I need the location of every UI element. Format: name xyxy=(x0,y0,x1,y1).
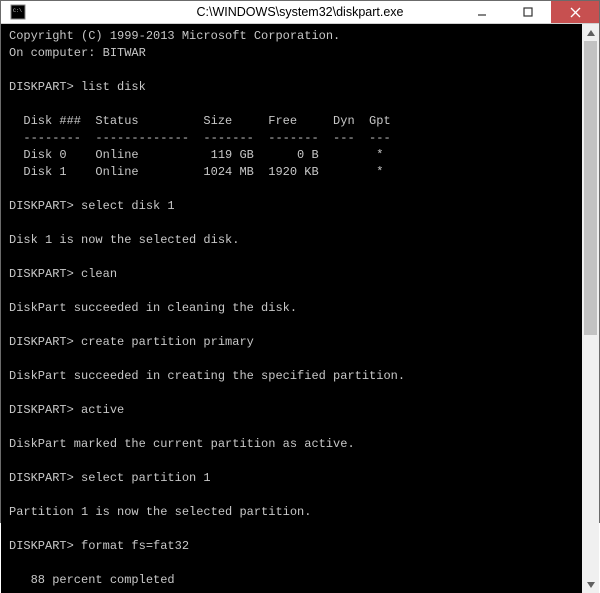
command-text: list disk xyxy=(81,80,146,94)
blank-line xyxy=(9,283,574,300)
disk-table-divider: -------- ------------- ------- ------- -… xyxy=(9,130,574,147)
terminal-output[interactable]: Copyright (C) 1999-2013 Microsoft Corpor… xyxy=(1,24,582,593)
blank-line xyxy=(9,453,574,470)
blank-line xyxy=(9,317,574,334)
computer-line: On computer: BITWAR xyxy=(9,45,574,62)
app-icon: C:\ xyxy=(7,1,29,23)
prompt: DISKPART> xyxy=(9,539,74,553)
client-area: Copyright (C) 1999-2013 Microsoft Corpor… xyxy=(1,24,599,593)
close-button[interactable] xyxy=(551,1,599,23)
command-text: select disk 1 xyxy=(81,199,175,213)
command-text: clean xyxy=(81,267,117,281)
output-line: DiskPart succeeded in creating the speci… xyxy=(9,368,574,385)
blank-line xyxy=(9,249,574,266)
scroll-down-button[interactable] xyxy=(582,576,599,593)
command-text: format fs=fat32 xyxy=(81,539,189,553)
diskpart-window: C:\ C:\WINDOWS\system32\diskpart.exe Cop… xyxy=(0,0,600,523)
command-text: select partition 1 xyxy=(81,471,211,485)
prompt-line: DISKPART> create partition primary xyxy=(9,334,574,351)
blank-line xyxy=(9,181,574,198)
scrollbar-track[interactable] xyxy=(582,41,599,576)
prompt-line: DISKPART> list disk xyxy=(9,79,574,96)
disk-table-row: Disk 0 Online 119 GB 0 B * xyxy=(9,147,574,164)
titlebar[interactable]: C:\ C:\WINDOWS\system32\diskpart.exe xyxy=(1,1,599,24)
prompt-line: DISKPART> select disk 1 xyxy=(9,198,574,215)
disk-table-row: Disk 1 Online 1024 MB 1920 KB * xyxy=(9,164,574,181)
blank-line xyxy=(9,351,574,368)
blank-line xyxy=(9,419,574,436)
blank-line xyxy=(9,521,574,538)
window-controls xyxy=(459,1,599,23)
prompt-line: DISKPART> active xyxy=(9,402,574,419)
blank-line xyxy=(9,555,574,572)
minimize-button[interactable] xyxy=(459,1,505,23)
disk-table-header: Disk ### Status Size Free Dyn Gpt xyxy=(9,113,574,130)
blank-line xyxy=(9,62,574,79)
command-text: create partition primary xyxy=(81,335,254,349)
blank-line xyxy=(9,487,574,504)
scrollbar-thumb[interactable] xyxy=(584,41,597,335)
prompt-line: DISKPART> clean xyxy=(9,266,574,283)
prompt: DISKPART> xyxy=(9,335,74,349)
prompt: DISKPART> xyxy=(9,80,74,94)
blank-line xyxy=(9,385,574,402)
prompt: DISKPART> xyxy=(9,267,74,281)
vertical-scrollbar[interactable] xyxy=(582,24,599,593)
progress-line: 88 percent completed xyxy=(9,572,574,589)
prompt: DISKPART> xyxy=(9,403,74,417)
prompt: DISKPART> xyxy=(9,471,74,485)
scroll-up-button[interactable] xyxy=(582,24,599,41)
output-line: DiskPart succeeded in cleaning the disk. xyxy=(9,300,574,317)
svg-text:C:\: C:\ xyxy=(13,8,22,14)
output-line: Disk 1 is now the selected disk. xyxy=(9,232,574,249)
copyright-line: Copyright (C) 1999-2013 Microsoft Corpor… xyxy=(9,28,574,45)
output-line: DiskPart marked the current partition as… xyxy=(9,436,574,453)
maximize-button[interactable] xyxy=(505,1,551,23)
blank-line xyxy=(9,215,574,232)
prompt-line: DISKPART> format fs=fat32 xyxy=(9,538,574,555)
prompt: DISKPART> xyxy=(9,199,74,213)
output-line: Partition 1 is now the selected partitio… xyxy=(9,504,574,521)
command-text: active xyxy=(81,403,124,417)
blank-line xyxy=(9,96,574,113)
prompt-line: DISKPART> select partition 1 xyxy=(9,470,574,487)
